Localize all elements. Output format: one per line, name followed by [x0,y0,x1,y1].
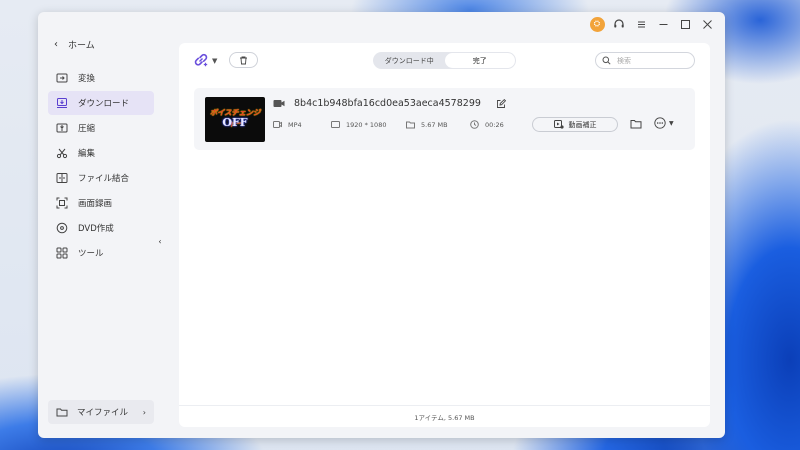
sidebar-item-label: 編集 [78,149,96,159]
sidebar-item-compress[interactable]: 圧縮 [48,116,154,140]
video-thumbnail[interactable]: ボイスチェンジャー OFF [205,97,265,142]
add-download-button[interactable]: ▼ [194,53,217,68]
sidebar-item-label: 変換 [78,74,96,84]
sidebar-item-merge[interactable]: ファイル結合 [48,166,154,190]
sidebar-item-label: ダウンロード [78,99,130,109]
dvd-icon [56,222,68,234]
merge-icon [56,172,68,184]
file-size-icon [406,121,415,129]
sidebar-item-label: ファイル結合 [78,174,130,184]
support-icon[interactable] [611,16,627,32]
user-icon: ⛭ [589,16,605,32]
resolution-icon [331,121,340,128]
trash-icon [240,56,247,64]
size-value: 5.67 MB [421,120,448,129]
video-camera-icon [273,100,285,107]
search-box [595,52,695,69]
download-status-tabs: ダウンロード中 完了 [373,52,516,69]
sidebar-item-convert[interactable]: 変換 [48,66,154,90]
toolbar: ▼ ダウンロード中 完了 [179,43,710,79]
maximize-button[interactable] [677,16,693,32]
account-avatar[interactable]: ⛭ [589,16,605,32]
search-icon [602,56,611,65]
my-files-button[interactable]: マイファイル › [48,400,154,424]
chevron-down-icon: ▼ [212,56,218,65]
home-label: ホーム [68,41,95,51]
chevron-down-icon: ▼ [669,119,674,127]
compress-icon [56,122,68,134]
toolbox-icon [56,247,68,259]
sidebar-item-label: DVD作成 [78,224,114,234]
open-folder-icon[interactable] [630,118,642,130]
video-repair-label: 動画補正 [568,120,597,129]
sidebar-item-dvd[interactable]: DVD作成 [48,216,154,240]
duration-value: 00:26 [485,120,504,129]
video-format-icon [273,121,282,128]
thumbnail-caption-2: OFF [222,116,248,129]
folder-icon [56,406,68,418]
search-input[interactable] [617,56,687,65]
chevron-left-icon: ‹ [54,39,58,50]
sidebar-item-tools[interactable]: ツール [48,241,154,265]
sidebar-item-edit[interactable]: 編集 [48,141,154,165]
resolution-info: 1920 * 1080 [331,120,406,129]
format-value: MP4 [288,120,302,129]
chevron-left-icon: ‹ [158,236,162,246]
chevron-right-icon: › [142,407,146,417]
more-icon [654,117,666,129]
sidebar-nav: 変換 ダウンロード 圧縮 編集 ファイル結合 画面録画 DVD作成 ツール [48,66,154,266]
duration-info: 00:26 [470,120,504,129]
my-files-label: マイファイル [77,408,129,418]
home-back-button[interactable]: ‹ ホーム [54,38,95,51]
edit-icon[interactable] [496,98,506,109]
tab-completed[interactable]: 完了 [444,53,515,68]
sidebar: ‹ ホーム 変換 ダウンロード 圧縮 編集 ファイル結合 画面録画 DVD作成 … [38,12,164,438]
convert-icon [56,72,68,84]
download-item-card[interactable]: ボイスチェンジャー OFF 8b4c1b948bfa16cd0ea53aeca4… [194,88,695,150]
download-icon [56,97,68,109]
format-info: MP4 [273,120,331,129]
minimize-button[interactable] [655,16,671,32]
tab-downloading[interactable]: ダウンロード中 [374,53,445,68]
scissors-icon [56,147,68,159]
status-bar: 1アイテム, 5.67 MB [179,405,710,427]
size-info: 5.67 MB [406,120,470,129]
menu-icon[interactable] [633,16,649,32]
sidebar-item-screen-record[interactable]: 画面録画 [48,191,154,215]
file-title-row: 8b4c1b948bfa16cd0ea53aeca4578299 [273,98,506,109]
sidebar-item-label: 圧縮 [78,124,96,134]
resolution-value: 1920 * 1080 [346,120,387,129]
close-button[interactable] [699,16,715,32]
app-window: ⛭ ‹ ホーム 変換 ダウンロード 圧縮 編集 ファイル結合 画面録画 DVD作… [38,12,725,438]
sidebar-collapse-toggle[interactable]: ‹ [154,230,166,252]
file-metadata: MP4 1920 * 1080 5.67 MB 00:26 [273,120,504,129]
link-add-icon [194,53,209,68]
video-repair-icon [553,120,564,129]
main-panel: ▼ ダウンロード中 完了 ボイスチェンジャー OFF 8b4c1b948bfa1 [179,43,710,427]
clock-icon [470,120,479,129]
sidebar-item-label: ツール [78,249,104,259]
file-name: 8b4c1b948bfa16cd0ea53aeca4578299 [294,98,481,109]
sidebar-item-download[interactable]: ダウンロード [48,91,154,115]
status-summary: 1アイテム, 5.67 MB [414,413,475,422]
screen-record-icon [56,197,68,209]
more-options-button[interactable]: ▼ [654,117,674,129]
delete-button[interactable] [229,52,258,68]
video-repair-button[interactable]: 動画補正 [532,117,618,132]
sidebar-item-label: 画面録画 [78,199,113,209]
